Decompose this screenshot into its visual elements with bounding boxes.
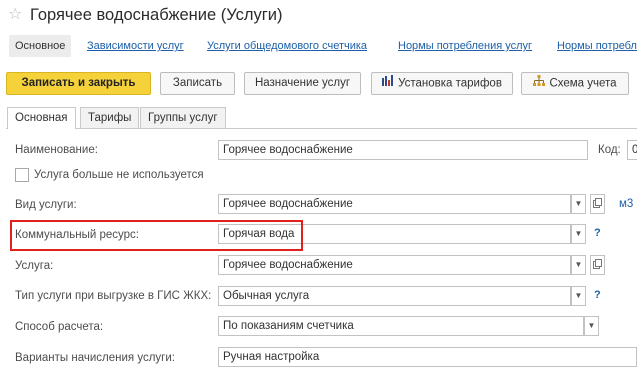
service-field[interactable]: Горячее водоснабжение xyxy=(218,255,571,275)
set-tariffs-label: Установка тарифов xyxy=(398,77,502,90)
charge-variants-field[interactable]: Ручная настройка xyxy=(218,347,637,367)
nav-consumption-norms-2[interactable]: Нормы потребле xyxy=(557,40,637,52)
set-tariffs-button[interactable]: Установка тарифов xyxy=(371,72,513,95)
copy-icon[interactable] xyxy=(590,194,605,214)
unused-label: Услуга больше не используется xyxy=(34,169,204,181)
nav-consumption-norms[interactable]: Нормы потребления услуг xyxy=(398,40,532,52)
favorite-star-icon[interactable]: ☆ xyxy=(8,5,22,25)
assign-services-button[interactable]: Назначение услуг xyxy=(244,72,361,95)
accounting-scheme-label: Схема учета xyxy=(549,77,617,90)
calc-method-field[interactable]: По показаниям счетчика xyxy=(218,316,584,336)
hierarchy-icon xyxy=(533,73,546,94)
gis-type-label: Тип услуги при выгрузке в ГИС ЖКХ: xyxy=(15,290,212,302)
save-and-close-button[interactable]: Записать и закрыть xyxy=(6,72,151,95)
copy-icon[interactable] xyxy=(590,255,605,275)
nav-common-meter-services[interactable]: Услуги общедомового счетчика xyxy=(207,40,367,52)
chevron-down-icon[interactable]: ▼ xyxy=(571,194,586,214)
tab-strip: Основная Тарифы Группы услуг xyxy=(6,104,637,129)
service-label: Услуга: xyxy=(15,260,54,272)
highlight-frame xyxy=(10,220,303,251)
name-label: Наименование: xyxy=(15,144,98,156)
chevron-down-icon[interactable]: ▼ xyxy=(571,286,586,306)
accounting-scheme-button[interactable]: Схема учета xyxy=(521,72,629,95)
nav-main[interactable]: Основное xyxy=(9,35,72,57)
unused-checkbox[interactable] xyxy=(15,168,29,182)
chevron-down-icon[interactable]: ▼ xyxy=(571,255,586,275)
tab-main[interactable]: Основная xyxy=(7,107,76,129)
tab-service-groups[interactable]: Группы услуг xyxy=(140,107,226,128)
chevron-down-icon[interactable]: ▼ xyxy=(584,316,599,336)
nav-bar: Основное Зависимости услуг Услуги общедо… xyxy=(0,33,637,59)
chevron-down-icon[interactable]: ▼ xyxy=(571,224,586,244)
service-kind-label: Вид услуги: xyxy=(15,199,77,211)
help-icon[interactable]: ? xyxy=(594,289,601,301)
charge-variants-label: Варианты начисления услуги: xyxy=(15,352,175,364)
code-field[interactable]: 0 xyxy=(627,140,637,160)
code-label: Код: xyxy=(598,144,621,156)
nav-dependencies[interactable]: Зависимости услуг xyxy=(87,40,184,52)
save-button[interactable]: Записать xyxy=(160,72,235,95)
unit-link[interactable]: м3 xyxy=(619,198,633,210)
tab-tariffs[interactable]: Тарифы xyxy=(80,107,140,128)
name-field[interactable]: Горячее водоснабжение xyxy=(218,140,588,160)
gis-type-field[interactable]: Обычная услуга xyxy=(218,286,571,306)
bar-chart-icon xyxy=(382,73,394,94)
page-title: Горячее водоснабжение (Услуги) xyxy=(30,6,283,24)
service-kind-field[interactable]: Горячее водоснабжение xyxy=(218,194,571,214)
calc-method-label: Способ расчета: xyxy=(15,321,104,333)
help-icon[interactable]: ? xyxy=(594,227,601,239)
